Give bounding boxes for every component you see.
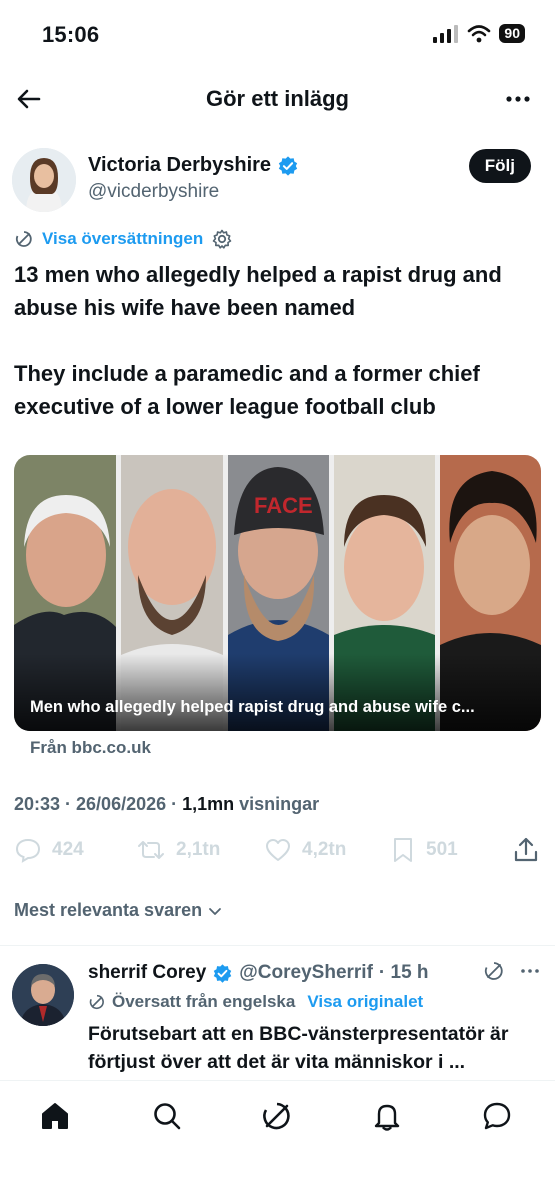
grok-icon[interactable] bbox=[483, 960, 505, 982]
chevron-down-icon bbox=[209, 907, 222, 915]
post-paragraph: They include a paramedic and a former ch… bbox=[14, 361, 480, 419]
author-avatar[interactable] bbox=[12, 148, 76, 212]
wifi-icon bbox=[468, 24, 491, 42]
gear-icon[interactable] bbox=[211, 228, 233, 250]
reply-icons bbox=[483, 960, 541, 982]
sort-label: Mest relevanta svaren bbox=[14, 900, 203, 920]
page-title: Gör ett inlägg bbox=[206, 86, 349, 111]
messages-icon[interactable] bbox=[480, 1099, 514, 1133]
reply-header: sherrif Corey @CoreySherrif · 15 h bbox=[88, 962, 429, 984]
repost-count: 2,1tn bbox=[176, 839, 221, 860]
verified-badge-icon bbox=[214, 963, 232, 983]
reply-count: 424 bbox=[52, 839, 84, 860]
show-original-link[interactable]: Visa originalet bbox=[307, 992, 423, 1012]
views-count: 1,1mn bbox=[182, 794, 235, 814]
bottom-navigation bbox=[0, 1080, 555, 1200]
author-row: Victoria Derbyshire @vicderbyshire Följ bbox=[0, 144, 555, 214]
reply-time: · 15 h bbox=[378, 962, 429, 983]
signal-icon bbox=[433, 24, 459, 43]
heart-icon bbox=[266, 839, 290, 861]
bookmark-button[interactable]: 501 bbox=[390, 836, 458, 864]
link-card-caption: Men who allegedly helped rapist drug and… bbox=[30, 698, 475, 716]
status-icons: 90 bbox=[433, 24, 525, 43]
status-bar: 15:06 90 bbox=[0, 0, 555, 70]
grok-icon[interactable] bbox=[260, 1099, 294, 1133]
notifications-bell-icon[interactable] bbox=[370, 1099, 404, 1133]
like-button[interactable]: 4,2tn bbox=[264, 836, 346, 864]
reply-author-handle[interactable]: @CoreySherrif bbox=[239, 962, 373, 984]
post-paragraph: 13 men who allegedly helped a rapist dru… bbox=[14, 262, 502, 320]
show-translation-link[interactable]: Visa översättningen bbox=[42, 229, 203, 249]
reply-text: Förutsebart att en BBC-vänsterpresentatö… bbox=[88, 1023, 509, 1073]
verified-badge-icon bbox=[278, 155, 298, 176]
bookmark-count: 501 bbox=[426, 839, 458, 860]
reply-author-name[interactable]: sherrif Corey bbox=[88, 962, 206, 984]
share-icon bbox=[514, 837, 538, 862]
author-handle[interactable]: @vicderbyshire bbox=[88, 181, 219, 203]
reply-avatar[interactable] bbox=[12, 964, 74, 1026]
author-name[interactable]: Victoria Derbyshire bbox=[88, 154, 299, 177]
translate-row: Visa översättningen bbox=[14, 228, 233, 250]
repost-button[interactable]: 2,1tn bbox=[136, 836, 220, 864]
translate-icon bbox=[89, 994, 104, 1010]
reply-post[interactable]: sherrif Corey @CoreySherrif · 15 h Övers… bbox=[0, 950, 555, 1080]
home-icon[interactable] bbox=[38, 1099, 72, 1133]
link-card-image[interactable]: FACE Men who allegedly helped rapist dru… bbox=[14, 455, 541, 731]
more-options-icon[interactable] bbox=[519, 960, 541, 982]
views-label: visningar bbox=[234, 794, 320, 814]
more-options-icon[interactable] bbox=[503, 84, 533, 114]
divider bbox=[0, 945, 555, 946]
repost-icon bbox=[138, 841, 164, 859]
translate-icon bbox=[15, 231, 32, 247]
media-photo: FACE bbox=[14, 455, 541, 731]
page-header: Gör ett inlägg bbox=[0, 74, 555, 124]
follow-button[interactable]: Följ bbox=[468, 149, 531, 183]
reply-button[interactable]: 424 bbox=[14, 836, 84, 864]
action-bar: 424 2,1tn 4,2tn 501 bbox=[14, 836, 541, 872]
share-button[interactable] bbox=[512, 836, 540, 864]
status-time: 15:06 bbox=[42, 22, 100, 47]
reply-sort-dropdown[interactable]: Mest relevanta svaren bbox=[14, 900, 224, 921]
post-timestamp: 20:33 · 26/06/2026 · 1,1mn visningar bbox=[14, 794, 319, 815]
reply-icon bbox=[15, 838, 41, 863]
post-text: 13 men who allegedly helped a rapist dru… bbox=[14, 258, 539, 456]
post-time: 20:33 · 26/06/2026 · bbox=[14, 794, 183, 814]
like-count: 4,2tn bbox=[302, 839, 347, 860]
bookmark-icon bbox=[394, 838, 412, 862]
search-icon[interactable] bbox=[150, 1099, 184, 1133]
link-source[interactable]: Från bbc.co.uk bbox=[30, 738, 151, 758]
translated-label: Översatt från engelska bbox=[112, 992, 296, 1011]
battery-indicator: 90 bbox=[499, 24, 525, 43]
reply-translation-row: Översatt från engelska Visa originalet bbox=[88, 992, 423, 1012]
